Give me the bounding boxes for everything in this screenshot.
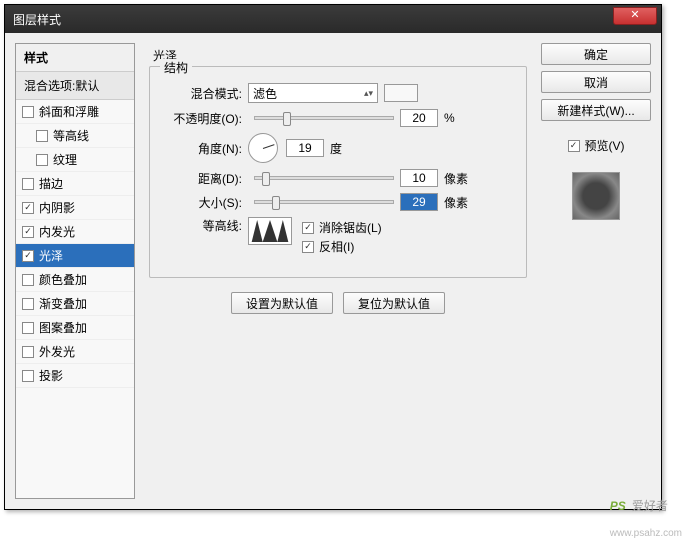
opacity-label: 不透明度(O):	[158, 110, 248, 127]
invert-label: 反相(I)	[319, 238, 354, 255]
size-input[interactable]: 29	[400, 193, 438, 211]
close-button[interactable]: ✕	[613, 7, 657, 25]
structure-group: 结构 混合模式: 滤色 ▴▾ 不透明度(O): 20 % 角度(N)	[149, 66, 527, 278]
set-default-button[interactable]: 设置为默认值	[231, 292, 333, 314]
contour-label: 等高线:	[158, 217, 248, 234]
distance-slider[interactable]	[254, 176, 394, 180]
blend-mode-select[interactable]: 滤色 ▴▾	[248, 83, 378, 103]
preview-row[interactable]: 预览(V)	[541, 137, 651, 154]
style-label: 纹理	[53, 151, 77, 168]
style-label: 斜面和浮雕	[39, 103, 99, 120]
style-item-0[interactable]: 斜面和浮雕	[16, 100, 134, 124]
style-item-8[interactable]: 渐变叠加	[16, 292, 134, 316]
angle-dial[interactable]	[248, 133, 278, 163]
ok-button[interactable]: 确定	[541, 43, 651, 65]
style-item-1[interactable]: 等高线	[16, 124, 134, 148]
style-label: 等高线	[53, 127, 89, 144]
opacity-unit: %	[444, 111, 455, 125]
action-panel: 确定 取消 新建样式(W)... 预览(V)	[541, 43, 651, 499]
section-title: 光泽	[153, 47, 531, 64]
angle-row: 角度(N): 19 度	[158, 133, 518, 163]
style-checkbox[interactable]	[22, 250, 34, 262]
preview-label: 预览(V)	[585, 137, 625, 154]
distance-row: 距离(D): 10 像素	[158, 169, 518, 187]
style-checkbox[interactable]	[22, 370, 34, 382]
dialog-body: 样式 混合选项:默认 斜面和浮雕等高线纹理描边内阴影内发光光泽颜色叠加渐变叠加图…	[5, 33, 661, 509]
style-checkbox[interactable]	[22, 178, 34, 190]
style-label: 内阴影	[39, 199, 75, 216]
settings-panel: 光泽 结构 混合模式: 滤色 ▴▾ 不透明度(O): 20 %	[145, 43, 531, 499]
style-checkbox[interactable]	[22, 298, 34, 310]
size-row: 大小(S): 29 像素	[158, 193, 518, 211]
style-item-6[interactable]: 光泽	[16, 244, 134, 268]
style-label: 投影	[39, 367, 63, 384]
opacity-input[interactable]: 20	[400, 109, 438, 127]
size-slider[interactable]	[254, 200, 394, 204]
angle-unit: 度	[330, 140, 342, 157]
styles-list-panel: 样式 混合选项:默认 斜面和浮雕等高线纹理描边内阴影内发光光泽颜色叠加渐变叠加图…	[15, 43, 135, 499]
contour-row: 等高线: 消除锯齿(L) 反相(I)	[158, 217, 518, 257]
reset-default-button[interactable]: 复位为默认值	[343, 292, 445, 314]
style-item-7[interactable]: 颜色叠加	[16, 268, 134, 292]
new-style-button[interactable]: 新建样式(W)...	[541, 99, 651, 121]
layer-style-dialog: 图层样式 ✕ 样式 混合选项:默认 斜面和浮雕等高线纹理描边内阴影内发光光泽颜色…	[4, 4, 662, 510]
styles-header[interactable]: 样式	[16, 44, 134, 72]
style-label: 图案叠加	[39, 319, 87, 336]
titlebar[interactable]: 图层样式 ✕	[5, 5, 661, 33]
antialias-row[interactable]: 消除锯齿(L)	[302, 219, 382, 236]
style-checkbox[interactable]	[22, 274, 34, 286]
contour-picker[interactable]	[248, 217, 292, 245]
angle-label: 角度(N):	[158, 140, 248, 157]
watermark: PS 爱好者 www.psahz.com	[610, 490, 682, 542]
distance-input[interactable]: 10	[400, 169, 438, 187]
invert-row[interactable]: 反相(I)	[302, 238, 382, 255]
style-checkbox[interactable]	[22, 106, 34, 118]
style-item-5[interactable]: 内发光	[16, 220, 134, 244]
style-checkbox[interactable]	[36, 130, 48, 142]
blend-mode-value: 滤色	[253, 85, 277, 102]
group-label: 结构	[160, 59, 192, 76]
color-swatch[interactable]	[384, 84, 418, 102]
style-checkbox[interactable]	[36, 154, 48, 166]
style-item-3[interactable]: 描边	[16, 172, 134, 196]
style-item-10[interactable]: 外发光	[16, 340, 134, 364]
size-unit: 像素	[444, 194, 468, 211]
style-label: 渐变叠加	[39, 295, 87, 312]
invert-checkbox[interactable]	[302, 241, 314, 253]
defaults-buttons: 设置为默认值 复位为默认值	[145, 292, 531, 314]
style-item-2[interactable]: 纹理	[16, 148, 134, 172]
angle-input[interactable]: 19	[286, 139, 324, 157]
style-label: 颜色叠加	[39, 271, 87, 288]
style-label: 描边	[39, 175, 63, 192]
opacity-slider[interactable]	[254, 116, 394, 120]
style-label: 光泽	[39, 247, 63, 264]
style-item-11[interactable]: 投影	[16, 364, 134, 388]
style-checkbox[interactable]	[22, 346, 34, 358]
style-item-4[interactable]: 内阴影	[16, 196, 134, 220]
preview-swatch	[572, 172, 620, 220]
select-arrows-icon: ▴▾	[364, 88, 373, 99]
antialias-label: 消除锯齿(L)	[319, 219, 382, 236]
blend-mode-row: 混合模式: 滤色 ▴▾	[158, 83, 518, 103]
cancel-button[interactable]: 取消	[541, 71, 651, 93]
style-item-9[interactable]: 图案叠加	[16, 316, 134, 340]
style-label: 内发光	[39, 223, 75, 240]
dialog-title: 图层样式	[13, 11, 61, 28]
antialias-checkbox[interactable]	[302, 222, 314, 234]
size-label: 大小(S):	[158, 194, 248, 211]
style-checkbox[interactable]	[22, 322, 34, 334]
distance-unit: 像素	[444, 170, 468, 187]
distance-label: 距离(D):	[158, 170, 248, 187]
preview-checkbox[interactable]	[568, 140, 580, 152]
blend-mode-label: 混合模式:	[158, 85, 248, 102]
blending-options[interactable]: 混合选项:默认	[16, 72, 134, 100]
style-label: 外发光	[39, 343, 75, 360]
style-checkbox[interactable]	[22, 202, 34, 214]
style-checkbox[interactable]	[22, 226, 34, 238]
opacity-row: 不透明度(O): 20 %	[158, 109, 518, 127]
